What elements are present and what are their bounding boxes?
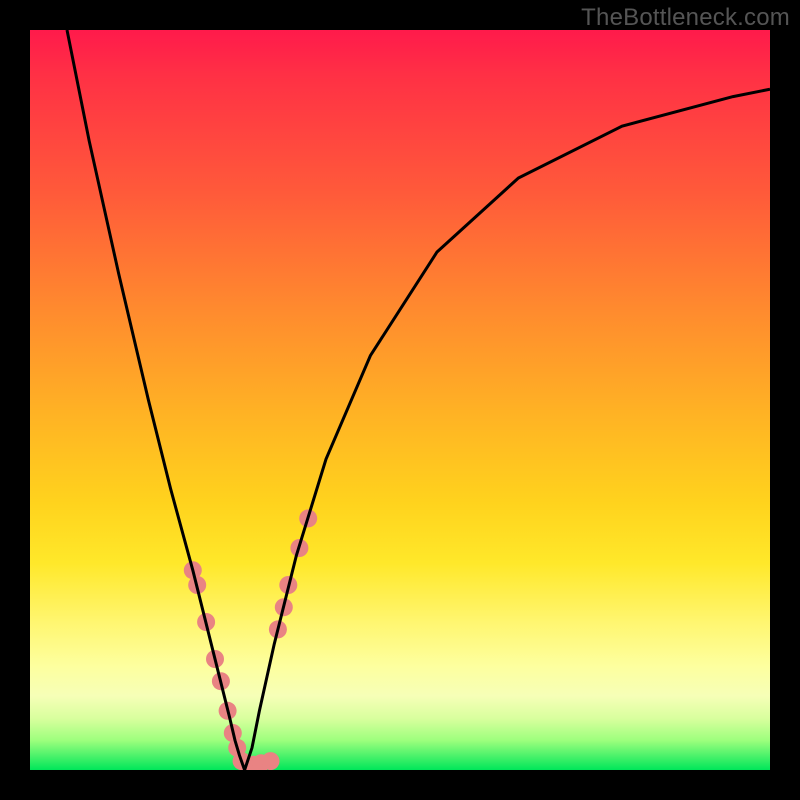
watermark-text: TheBottleneck.com [581, 4, 790, 32]
curve-right-branch [245, 89, 770, 770]
chart-frame: TheBottleneck.com [0, 0, 800, 800]
marker-point [262, 752, 280, 770]
curve-svg [30, 30, 770, 770]
plot-area [30, 30, 770, 770]
